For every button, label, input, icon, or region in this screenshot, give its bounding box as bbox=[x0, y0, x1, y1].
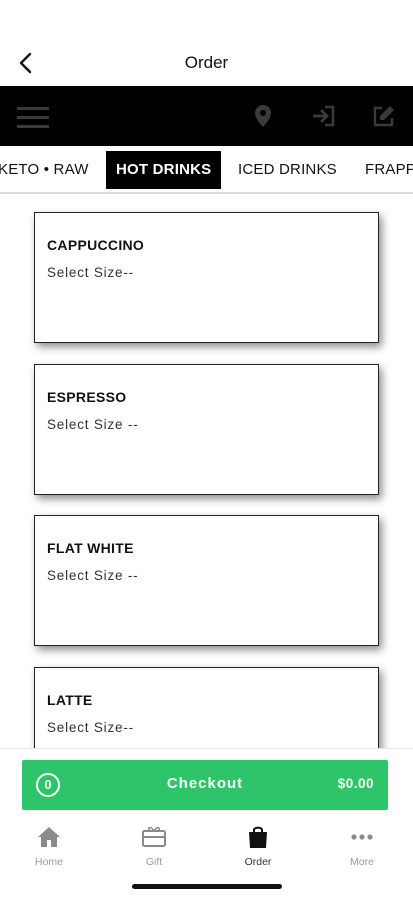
product-list: CAPPUCCINO Select Size-- ESPRESSO Select… bbox=[0, 196, 413, 748]
product-name: ESPRESSO bbox=[47, 389, 127, 405]
tabbar-label: Order bbox=[244, 856, 272, 868]
tab-hot-drinks[interactable]: HOT DRINKS bbox=[106, 151, 222, 189]
location-pin-icon bbox=[255, 105, 271, 127]
size-selector[interactable]: Select Size -- bbox=[47, 417, 138, 432]
more-dots-icon bbox=[351, 834, 373, 840]
hamburger-icon bbox=[17, 107, 49, 128]
tab-keto-raw[interactable]: KETO • RAW bbox=[0, 151, 99, 189]
tabbar-item-gift[interactable]: Gift bbox=[119, 824, 189, 874]
home-indicator bbox=[132, 884, 282, 889]
cart-total: $0.00 bbox=[337, 776, 374, 791]
product-name: FLAT WHITE bbox=[47, 540, 134, 556]
size-selector[interactable]: Select Size-- bbox=[47, 720, 134, 735]
size-selector[interactable]: Select Size -- bbox=[47, 568, 138, 583]
tabbar-label: Gift bbox=[145, 856, 163, 868]
page-title: Order bbox=[184, 53, 229, 72]
product-name: CAPPUCCINO bbox=[47, 237, 145, 253]
size-selector[interactable]: Select Size-- bbox=[47, 265, 134, 280]
edit-icon bbox=[373, 106, 394, 127]
edit-button[interactable] bbox=[370, 102, 398, 130]
product-card-latte[interactable]: LATTE Select Size-- bbox=[34, 667, 379, 748]
tabbar-item-more[interactable]: More bbox=[327, 824, 397, 874]
top-navigation-bar: Order bbox=[0, 40, 413, 86]
location-button[interactable] bbox=[249, 102, 277, 130]
checkout-button[interactable]: 0 Checkout $0.00 bbox=[22, 760, 388, 810]
category-tabs: KETO • RAW HOT DRINKS ICED DRINKS FRAPPÉ bbox=[0, 146, 413, 194]
product-name: LATTE bbox=[47, 692, 93, 708]
checkout-label: Checkout bbox=[166, 775, 244, 792]
product-card-espresso[interactable]: ESPRESSO Select Size -- bbox=[34, 364, 379, 495]
tab-frappe[interactable]: FRAPPÉ bbox=[355, 151, 413, 189]
tabbar-item-order[interactable]: Order bbox=[223, 824, 293, 874]
product-card-cappuccino[interactable]: CAPPUCCINO Select Size-- bbox=[34, 212, 379, 343]
sign-in-button[interactable] bbox=[310, 102, 338, 130]
tabbar-label: Home bbox=[34, 856, 63, 868]
tabbar-label: More bbox=[350, 856, 374, 868]
menu-button[interactable] bbox=[16, 100, 50, 134]
checkout-bar: 0 Checkout $0.00 bbox=[0, 748, 413, 818]
tabbar-item-home[interactable]: Home bbox=[14, 824, 84, 874]
store-toolbar bbox=[0, 86, 413, 146]
gift-card-icon bbox=[142, 826, 166, 847]
product-card-flat-white[interactable]: FLAT WHITE Select Size -- bbox=[34, 515, 379, 646]
sign-in-icon bbox=[313, 105, 335, 127]
tab-iced-drinks[interactable]: ICED DRINKS bbox=[228, 151, 347, 189]
home-icon bbox=[38, 827, 60, 847]
shopping-bag-icon bbox=[249, 826, 267, 848]
